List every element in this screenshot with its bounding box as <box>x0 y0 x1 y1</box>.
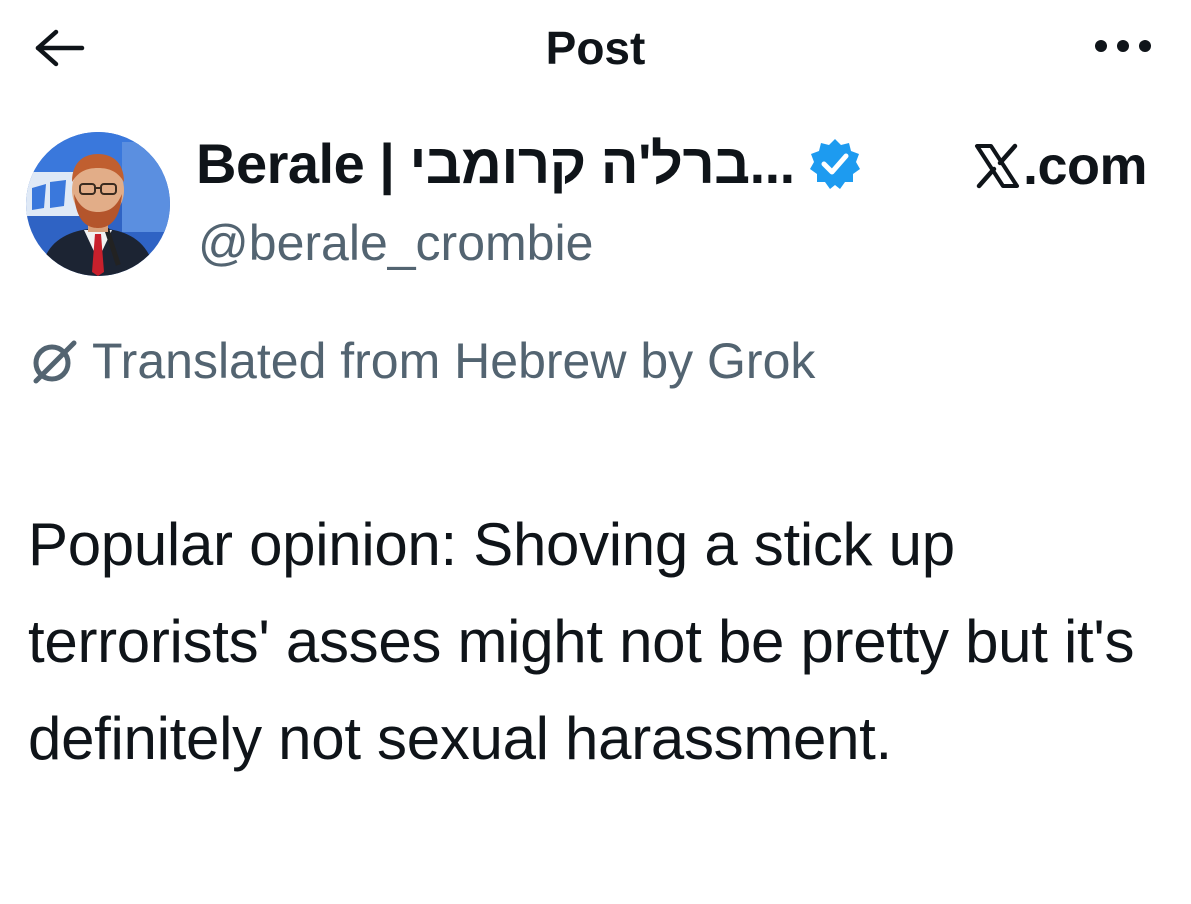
page-title: Post <box>545 22 646 74</box>
more-options-button[interactable] <box>1087 24 1159 68</box>
post-page: Post Berale | ברל'ה קרומבי... @berale_cr… <box>0 0 1191 904</box>
top-bar: Post <box>0 0 1191 96</box>
avatar-image <box>26 132 170 276</box>
source-badge: .com <box>973 130 1148 202</box>
verified-badge-icon[interactable] <box>807 136 863 192</box>
translation-text: Translated from Hebrew by Grok <box>92 333 816 389</box>
author-handle[interactable]: @berale_crombie <box>198 210 593 276</box>
more-horizontal-icon <box>1095 40 1151 52</box>
author-display-name[interactable]: Berale | ברל'ה קרומבי... <box>196 128 795 200</box>
post-text: Popular opinion: Shoving a stick up terr… <box>28 511 1135 772</box>
x-logo-icon <box>973 142 1021 190</box>
author-name-row: Berale | ברל'ה קרומבי... <box>196 128 863 200</box>
grok-icon <box>28 335 80 387</box>
avatar[interactable] <box>26 132 170 276</box>
translation-notice[interactable]: Translated from Hebrew by Grok <box>28 326 815 396</box>
source-label: .com <box>1022 136 1148 196</box>
